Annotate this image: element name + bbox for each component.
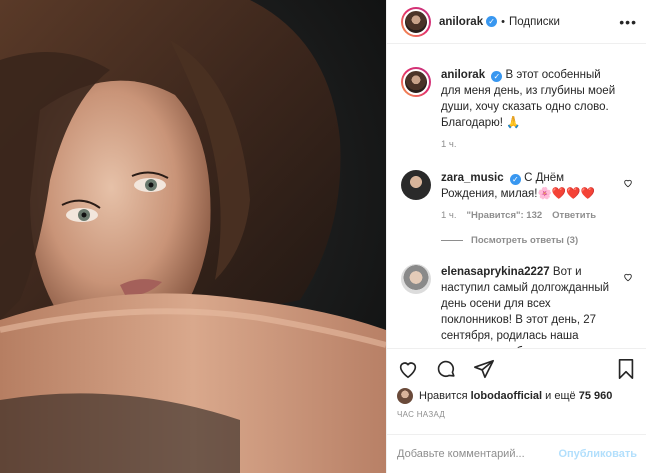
view-replies-button[interactable]: Посмотреть ответы (3) bbox=[441, 235, 633, 246]
post-actions-bar bbox=[387, 348, 646, 388]
comment-time[interactable]: 1 ч. bbox=[441, 139, 457, 150]
following-button[interactable]: Подписки bbox=[509, 16, 560, 28]
comment-username[interactable]: elenasaprykina2227 bbox=[441, 266, 550, 278]
comment-likes-count[interactable]: "Нравится": 132 bbox=[467, 210, 543, 221]
comment-meta: 1 ч. "Нравится": 132 Ответить bbox=[441, 210, 633, 221]
share-icon[interactable] bbox=[473, 358, 495, 380]
caption-comment: anilorak ✓ В этот особенный для меня ден… bbox=[401, 67, 633, 131]
liker-username[interactable]: lobodaofficial bbox=[471, 390, 543, 402]
comment-icon[interactable] bbox=[435, 358, 457, 380]
post-photo[interactable] bbox=[0, 0, 386, 473]
liker-avatar[interactable] bbox=[397, 388, 413, 404]
likes-count[interactable]: 75 960 bbox=[579, 390, 613, 402]
separator-dot: • bbox=[501, 15, 505, 28]
comments-list[interactable]: anilorak ✓ В этот особенный для меня ден… bbox=[387, 45, 646, 348]
comment-time[interactable]: 1 ч. bbox=[441, 210, 457, 221]
post-side-panel: anilorak ✓ • Подписки ••• anilorak ✓ В э… bbox=[386, 0, 646, 473]
view-replies-label: Посмотреть ответы (3) bbox=[471, 235, 579, 246]
save-bookmark-icon[interactable] bbox=[615, 358, 637, 380]
comment-username[interactable]: anilorak bbox=[441, 69, 485, 81]
verified-icon: ✓ bbox=[509, 174, 521, 185]
comment-item: elenasaprykina2227 Вот и наступил самый … bbox=[401, 264, 633, 348]
add-comment-bar: Опубликовать bbox=[387, 434, 646, 473]
publish-button[interactable]: Опубликовать bbox=[558, 448, 637, 460]
post-header: anilorak ✓ • Подписки ••• bbox=[387, 0, 646, 44]
more-options-icon[interactable]: ••• bbox=[619, 14, 637, 30]
author-avatar[interactable] bbox=[401, 67, 431, 97]
like-comment-heart-icon[interactable] bbox=[623, 272, 633, 282]
portrait-image bbox=[0, 0, 386, 473]
like-heart-icon[interactable] bbox=[397, 358, 419, 380]
comment-item: zara_music ✓ С Днём Рождения, милая!🌸❤️❤… bbox=[401, 170, 633, 202]
verified-icon: ✓ bbox=[491, 71, 503, 82]
post-time-ago[interactable]: ЧАС НАЗАД bbox=[397, 410, 445, 419]
author-username[interactable]: anilorak bbox=[439, 16, 483, 28]
comment-username[interactable]: zara_music bbox=[441, 172, 504, 184]
comment-body: Вот и наступил самый долгожданный день о… bbox=[441, 266, 610, 348]
author-avatar[interactable] bbox=[401, 6, 431, 37]
likes-middle: и ещё bbox=[545, 390, 576, 402]
verified-icon: ✓ bbox=[486, 16, 498, 27]
comment-text: elenasaprykina2227 Вот и наступил самый … bbox=[441, 264, 616, 348]
comment-input[interactable] bbox=[397, 448, 559, 460]
caption-text: anilorak ✓ В этот особенный для меня ден… bbox=[441, 67, 616, 131]
replies-line bbox=[441, 240, 463, 241]
commenter-avatar[interactable] bbox=[401, 264, 431, 294]
caption-meta: 1 ч. bbox=[441, 139, 633, 150]
commenter-avatar[interactable] bbox=[401, 170, 431, 200]
likes-prefix: Нравится bbox=[419, 390, 468, 402]
reply-button[interactable]: Ответить bbox=[552, 210, 596, 221]
like-comment-heart-icon[interactable] bbox=[623, 178, 633, 188]
likes-summary: Нравится lobodaofficial и ещё 75 960 bbox=[397, 388, 612, 404]
comment-text: zara_music ✓ С Днём Рождения, милая!🌸❤️❤… bbox=[441, 170, 616, 202]
